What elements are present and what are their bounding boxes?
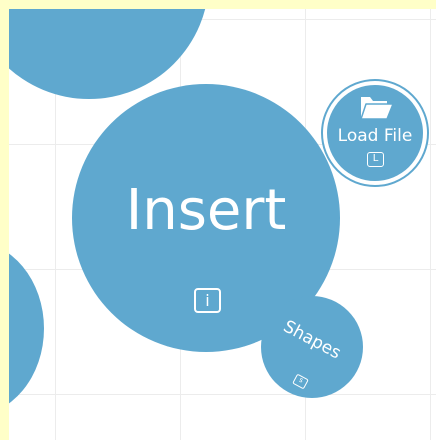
- shapes-button[interactable]: Shapes s: [261, 296, 363, 398]
- menu-canvas: Insert i Shapes s Load File L: [9, 9, 436, 440]
- shapes-label: Shapes: [279, 316, 345, 364]
- load-file-label: Load File: [337, 126, 413, 146]
- menu-bubble-left[interactable]: [9, 241, 44, 416]
- load-file-button[interactable]: Load File L: [321, 79, 429, 187]
- insert-label: Insert: [125, 178, 287, 243]
- menu-bubble-top[interactable]: [9, 9, 209, 99]
- folder-open-icon: [360, 93, 394, 121]
- shapes-shortcut-key: s: [292, 373, 309, 390]
- load-file-shortcut-key: L: [367, 152, 384, 167]
- insert-shortcut-key: i: [194, 288, 221, 313]
- load-file-inner: Load File L: [327, 85, 423, 181]
